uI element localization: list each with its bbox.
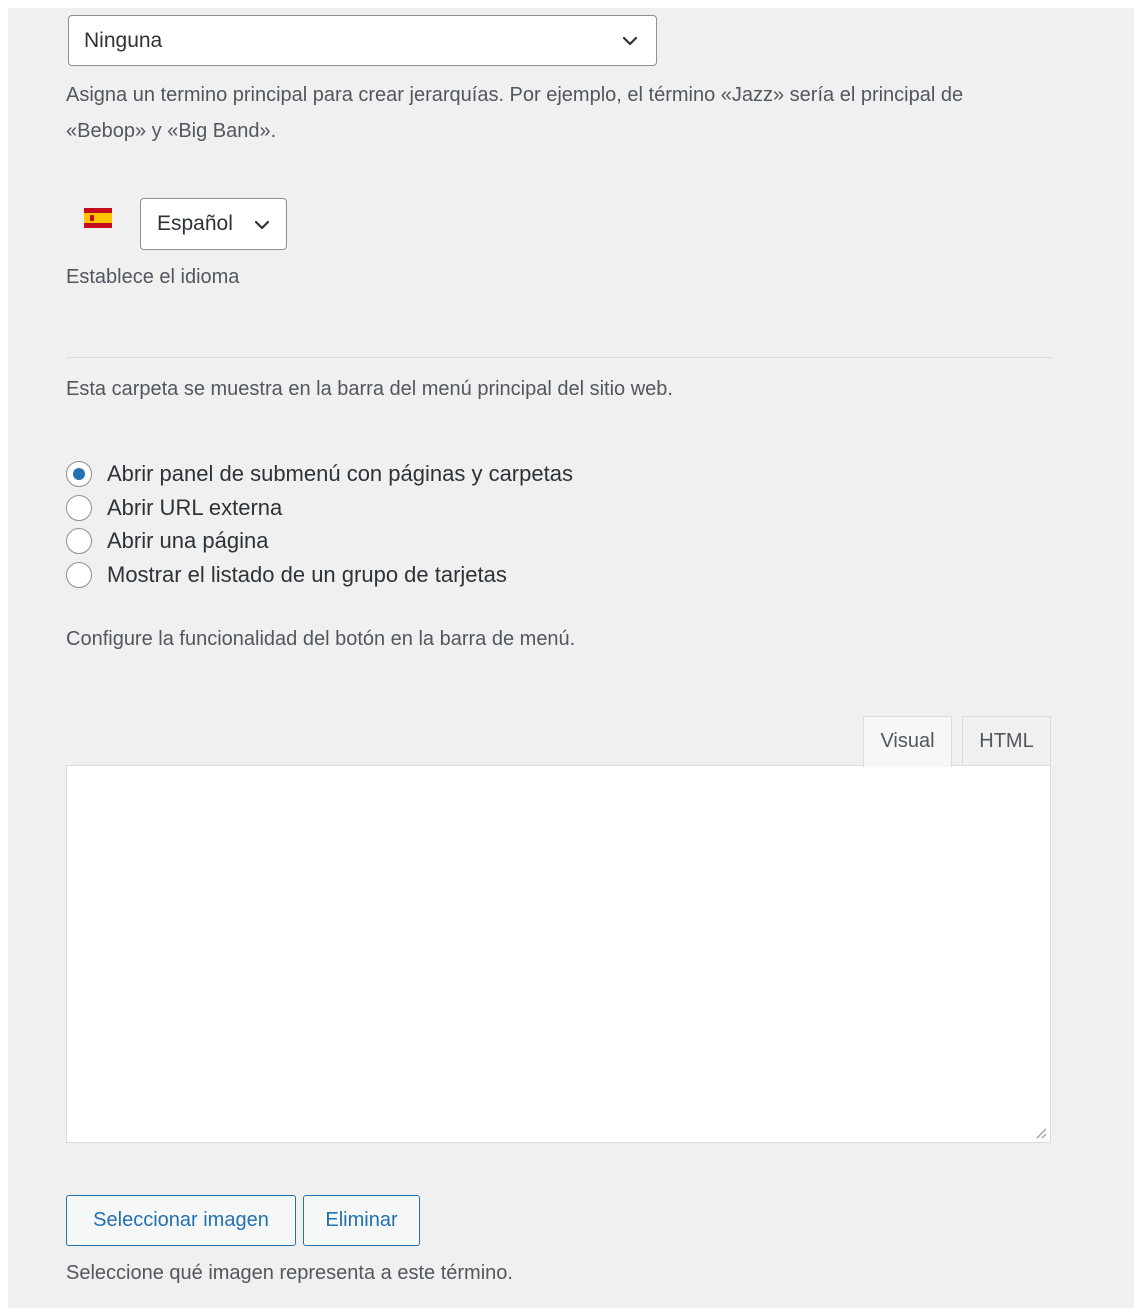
parent-term-description: Asigna un termino principal para crear j… [66,84,964,142]
parent-term-select-value: Ninguna [84,29,163,52]
remove-image-button[interactable]: Eliminar [303,1195,420,1246]
section-divider [66,357,1052,358]
radio-button-checked[interactable] [66,461,92,487]
select-image-button[interactable]: Seleccionar imagen [66,1195,296,1246]
language-description: Establece el idioma [66,266,240,288]
radio-label: Abrir URL externa [107,494,283,520]
spain-flag-icon [84,208,112,228]
radio-option-external-url[interactable]: Abrir URL externa [66,491,573,525]
radio-option-submenu-panel[interactable]: Abrir panel de submenú con páginas y car… [66,457,573,491]
menu-action-radio-group: Abrir panel de submenú con páginas y car… [66,457,573,591]
radio-option-card-group-list[interactable]: Mostrar el listado de un grupo de tarjet… [66,558,573,592]
image-description: Seleccione qué imagen representa a este … [66,1262,513,1284]
language-select-value: Español [157,212,233,235]
radio-button[interactable] [66,528,92,554]
parent-term-select[interactable]: Ninguna [68,15,657,66]
chevron-down-icon [254,220,270,230]
content-editor[interactable] [66,765,1051,1143]
language-select[interactable]: Español [140,198,287,250]
radio-label: Abrir panel de submenú con páginas y car… [107,461,573,486]
radio-label: Mostrar el listado de un grupo de tarjet… [107,561,507,587]
radio-button[interactable] [66,494,92,521]
tab-visual[interactable]: Visual [863,716,952,767]
menu-info-text: Esta carpeta se muestra en la barra del … [66,378,673,400]
radio-button[interactable] [66,561,92,588]
tab-html[interactable]: HTML [962,716,1051,766]
menu-config-description: Configure la funcionalidad del botón en … [66,628,576,650]
radio-label: Abrir una página [107,528,269,553]
chevron-down-icon [622,36,638,46]
resize-handle-icon[interactable] [1035,1127,1047,1139]
radio-option-open-page[interactable]: Abrir una página [66,524,573,558]
